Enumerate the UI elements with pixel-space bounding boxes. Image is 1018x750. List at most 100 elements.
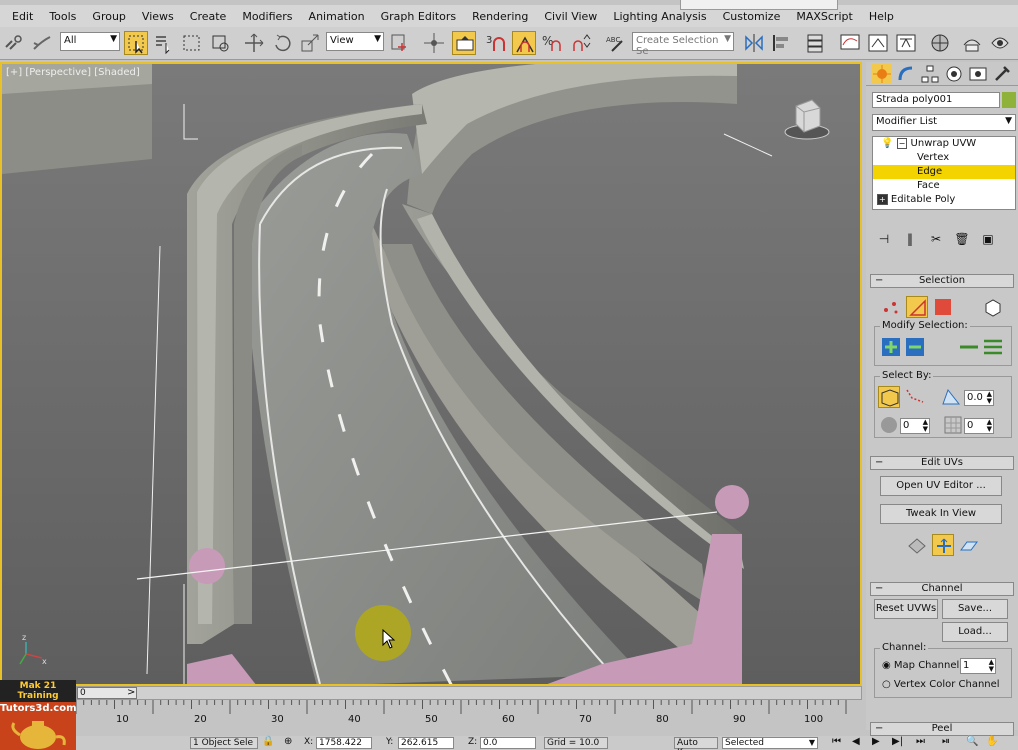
make-unique-icon[interactable]: ✂	[928, 232, 944, 248]
stack-item-unwrap-uvw[interactable]: 💡 − Unwrap UVW	[873, 137, 1015, 151]
prev-frame-icon[interactable]: ◀	[852, 736, 860, 747]
align-icon[interactable]	[770, 31, 794, 55]
select-manipulate-icon[interactable]	[422, 31, 446, 55]
rendered-frame-window-icon[interactable]	[960, 31, 984, 55]
menu-edit[interactable]: Edit	[8, 10, 45, 23]
menu-lighting-analysis[interactable]: Lighting Analysis	[609, 10, 718, 23]
select-by-smoothing-icon[interactable]	[878, 414, 900, 436]
next-frame-icon[interactable]: ▶|	[892, 736, 903, 747]
expand-icon[interactable]: +	[877, 194, 888, 205]
rotate-icon[interactable]	[270, 31, 294, 55]
pan-icon[interactable]: ✋	[986, 736, 998, 747]
object-color-swatch[interactable]	[1002, 92, 1016, 108]
planar-angle-icon[interactable]	[940, 386, 962, 408]
menu-help[interactable]: Help	[865, 10, 906, 23]
menu-group[interactable]: Group	[88, 10, 138, 23]
stack-item-editable-poly[interactable]: + Editable Poly	[873, 193, 1015, 207]
polygon-mode-icon[interactable]	[932, 296, 954, 318]
menu-maxscript[interactable]: MAXScript	[792, 10, 864, 23]
load-uvw-button[interactable]: Load...	[942, 622, 1008, 642]
remove-modifier-icon[interactable]: 🗑	[954, 232, 970, 248]
peel-rollout-header[interactable]: − Peel	[870, 722, 1014, 736]
x-coordinate-field[interactable]: 1758.422	[316, 737, 372, 749]
window-crossing-icon[interactable]	[208, 31, 232, 55]
viewport-label[interactable]: [+] [Perspective] [Shaded]	[6, 67, 140, 78]
modify-tab-icon[interactable]	[896, 64, 916, 84]
stack-item-vertex[interactable]: Vertex	[873, 151, 1015, 165]
save-uvw-button[interactable]: Save...	[942, 599, 1008, 619]
shrink-selection-icon[interactable]	[904, 336, 926, 358]
menu-tools[interactable]: Tools	[45, 10, 88, 23]
spinner-snap-icon[interactable]	[568, 31, 592, 55]
select-by-material-id-icon[interactable]	[942, 414, 964, 436]
modifier-list-dropdown[interactable]: Modifier List ▼	[872, 114, 1016, 131]
quick-map-align-icon[interactable]	[932, 534, 954, 556]
viewcube-icon[interactable]	[782, 94, 832, 144]
key-mode-dropdown[interactable]: Selected ▼	[722, 737, 818, 749]
zoom-icon[interactable]: 🔍	[966, 736, 978, 747]
menu-animation[interactable]: Animation	[305, 10, 377, 23]
quick-planar-gizmo-icon[interactable]	[958, 534, 980, 556]
select-object-icon[interactable]	[124, 31, 148, 55]
selection-filter-dropdown[interactable]: All ▼	[60, 32, 120, 51]
key-mode-toggle-icon[interactable]: ⏯	[942, 736, 950, 747]
menu-rendering[interactable]: Rendering	[468, 10, 540, 23]
map-channel-spinner[interactable]: 1 ▲ ▼	[960, 658, 996, 674]
hierarchy-tab-icon[interactable]	[920, 64, 940, 84]
pin-stack-icon[interactable]: ⊣	[876, 232, 892, 248]
unlink-icon[interactable]	[30, 31, 54, 55]
show-end-result-icon[interactable]: ‖	[902, 232, 918, 248]
utilities-tab-icon[interactable]	[992, 64, 1012, 84]
edit-named-selection-icon[interactable]: ABC	[604, 31, 628, 55]
play-icon[interactable]: ▶	[872, 736, 880, 747]
tweak-in-view-button[interactable]: Tweak In View	[880, 504, 1002, 524]
reset-uvws-button[interactable]: Reset UVWs	[874, 599, 938, 619]
go-to-end-icon[interactable]: ⏭	[916, 736, 925, 747]
ring-selection-icon[interactable]	[982, 336, 1004, 358]
auto-key-button[interactable]: Auto Key	[674, 737, 718, 750]
percent-snap-icon[interactable]: %	[540, 31, 564, 55]
loop-selection-icon[interactable]	[958, 336, 980, 358]
menu-customize[interactable]: Customize	[719, 10, 793, 23]
channel-rollout-header[interactable]: − Channel	[870, 582, 1014, 596]
menu-civil-view[interactable]: Civil View	[540, 10, 609, 23]
create-tab-icon[interactable]	[872, 63, 892, 84]
stack-item-face[interactable]: Face	[873, 179, 1015, 193]
edit-uvs-rollout-header[interactable]: − Edit UVs	[870, 456, 1014, 470]
link-icon[interactable]	[2, 31, 26, 55]
open-uv-editor-button[interactable]: Open UV Editor ...	[880, 476, 1002, 496]
stack-item-edge[interactable]: Edge	[873, 165, 1015, 179]
configure-modifier-sets-icon[interactable]: ▣	[980, 232, 996, 248]
snaps-toggle-icon[interactable]: 3	[484, 31, 508, 55]
angle-snap-icon[interactable]	[512, 31, 536, 55]
mirror-icon[interactable]	[742, 31, 766, 55]
map-channel-radio[interactable]: ◉ Map Channel:	[882, 660, 963, 671]
grow-selection-icon[interactable]	[880, 336, 902, 358]
schematic-view-icon[interactable]	[866, 31, 890, 55]
z-coordinate-field[interactable]: 0.0	[480, 737, 536, 749]
pivot-center-icon[interactable]	[388, 31, 412, 55]
render-setup-icon[interactable]	[928, 31, 952, 55]
selection-rollout-header[interactable]: − Selection	[870, 274, 1014, 288]
render-production-icon[interactable]	[988, 31, 1012, 55]
reference-coord-dropdown[interactable]: View ▼	[326, 32, 384, 51]
lightbulb-icon[interactable]: 💡	[881, 138, 893, 149]
material-editor-icon[interactable]	[894, 31, 918, 55]
collapse-icon[interactable]: −	[896, 138, 908, 149]
rect-selection-icon[interactable]	[180, 31, 204, 55]
menu-modifiers[interactable]: Modifiers	[238, 10, 304, 23]
layer-manager-icon[interactable]	[804, 31, 828, 55]
next-frame-arrow-icon[interactable]: >	[127, 687, 135, 698]
display-tab-icon[interactable]	[968, 64, 988, 84]
y-coordinate-field[interactable]: 262.615	[398, 737, 454, 749]
vertex-color-channel-radio[interactable]: ○ Vertex Color Channel	[882, 679, 1000, 690]
scale-icon[interactable]	[298, 31, 322, 55]
object-name-field[interactable]: Strada poly001	[872, 92, 1000, 108]
select-by-name-icon[interactable]	[152, 31, 176, 55]
track-bar[interactable]: 10 20 30 40 50 60 70 80 90 100	[76, 700, 862, 736]
smoothing-group-spinner[interactable]: 0 ▲ ▼	[900, 418, 930, 434]
motion-tab-icon[interactable]	[944, 64, 964, 84]
perspective-viewport[interactable]: [+] [Perspective] [Shaded] z x	[0, 62, 862, 686]
quick-planar-map-icon[interactable]	[906, 534, 928, 556]
element-mode-icon[interactable]	[982, 296, 1004, 318]
